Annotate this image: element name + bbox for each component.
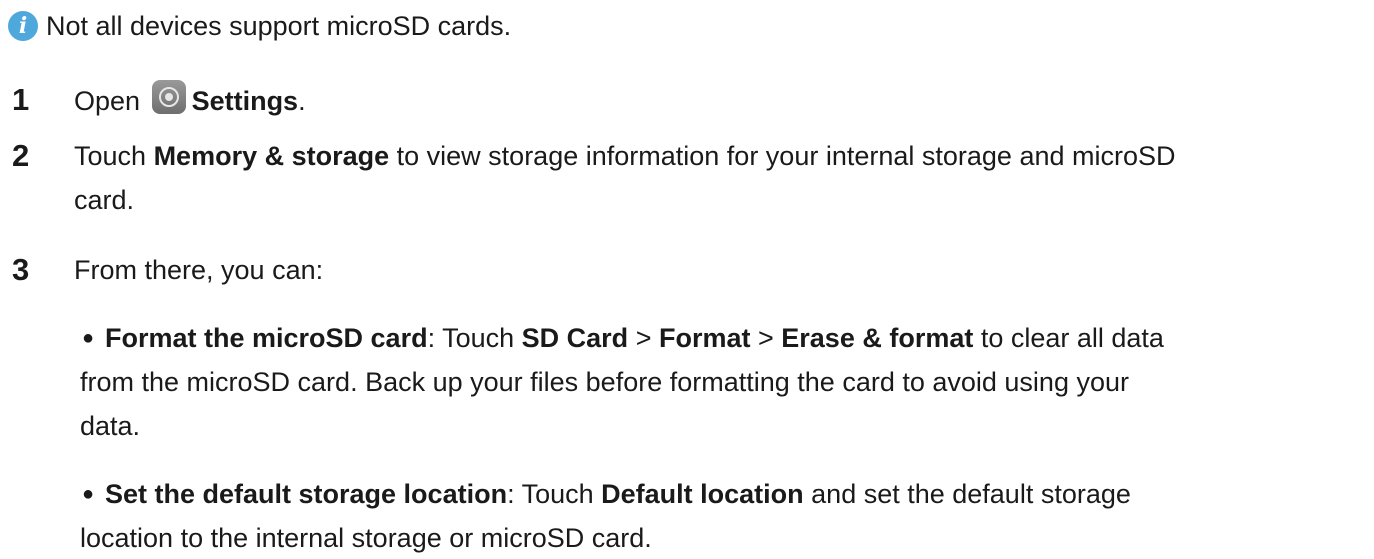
step-text: From there, you can: [74, 255, 324, 285]
note-text: Not all devices support microSD cards. [46, 11, 512, 41]
bullet-1-title: Format the microSD card [105, 323, 428, 353]
settings-icon [151, 80, 186, 114]
bullet-1-text: : Touch [427, 323, 522, 353]
separator: > [628, 323, 659, 353]
separator: > [750, 323, 782, 353]
step-1-pre: Open [74, 86, 148, 116]
step-number: 3 [12, 252, 30, 287]
step-1-post: . [298, 86, 306, 116]
step-2: 2 Touch Memory & storage to view storage… [12, 136, 1362, 176]
note: i Not all devices support microSD cards. [8, 8, 511, 44]
step-2-pre: Touch [74, 141, 154, 171]
default-location-label: Default location [601, 479, 804, 509]
step-text: Open Settings. [74, 80, 306, 121]
memory-storage-label: Memory & storage [153, 141, 390, 171]
step-number: 1 [12, 82, 30, 117]
bullet-2-text: and set the default storage [803, 479, 1131, 509]
bullet-dot: ● [82, 483, 95, 505]
sd-card-label: SD Card [521, 323, 629, 353]
bullet-1: Format the microSD card: Touch SD Card >… [105, 318, 1164, 358]
bullet-2-line-2: location to the internal storage or micr… [80, 523, 652, 553]
bullet-dot: ● [82, 327, 95, 349]
step-2-continuation: card. [74, 185, 135, 215]
bullet-1-text: to clear all data [973, 323, 1164, 353]
format-label: Format [658, 323, 751, 353]
bullet-2-title: Set the default storage location [105, 479, 508, 509]
bullet-2: Set the default storage location: Touch … [105, 474, 1131, 514]
step-text: Touch Memory & storage to view storage i… [74, 136, 1176, 176]
bullet-1-line-2: from the microSD card. Back up your file… [80, 367, 1129, 397]
info-icon: i [8, 11, 38, 41]
step-2-post: to view storage information for your int… [389, 141, 1176, 171]
step-3: 3 From there, you can: [12, 250, 912, 290]
step-1: 1 Open Settings. [12, 80, 912, 120]
bullet-1-line-3: data. [80, 411, 141, 441]
erase-format-label: Erase & format [781, 323, 974, 353]
step-number: 2 [12, 138, 30, 173]
document-page: i Not all devices support microSD cards.… [0, 0, 1374, 559]
settings-label: Settings [191, 86, 299, 116]
bullet-2-text: : Touch [507, 479, 602, 509]
